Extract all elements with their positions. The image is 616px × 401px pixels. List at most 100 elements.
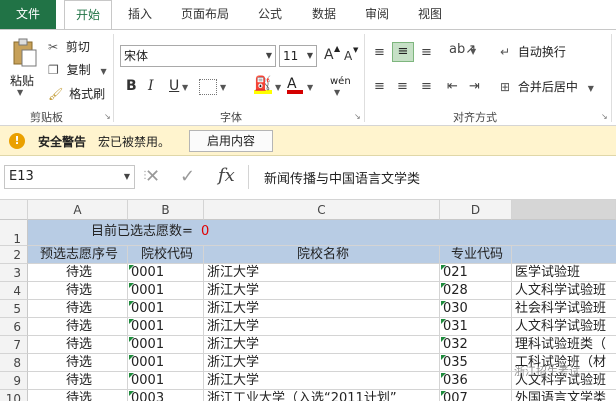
phonetic-button[interactable]: wén: [330, 76, 351, 87]
row-header[interactable]: 3: [0, 264, 28, 282]
cell-major-name[interactable]: 外国语言文学类: [512, 390, 616, 401]
header-cell-major-name[interactable]: [512, 246, 616, 264]
cell-school-code[interactable]: 0003: [128, 390, 204, 401]
cell-school-name[interactable]: 浙江工业大学（入选“2011计划”: [204, 390, 440, 401]
row-header[interactable]: 6: [0, 318, 28, 336]
cell-order[interactable]: 待选: [28, 264, 128, 282]
cell-major-name[interactable]: 社会科学试验班: [512, 300, 616, 318]
cell-school-code[interactable]: 0001: [128, 264, 204, 282]
cell-major-code[interactable]: 036: [440, 372, 512, 390]
font-name-combo[interactable]: 宋体 ▼: [120, 45, 276, 67]
phonetic-dropdown-icon[interactable]: ▼: [334, 88, 340, 97]
tab-formulas[interactable]: 公式: [248, 0, 292, 29]
cell-school-name[interactable]: 浙江大学: [204, 354, 440, 372]
tab-data[interactable]: 数据: [302, 0, 346, 29]
row-header[interactable]: 8: [0, 354, 28, 372]
header-cell-school-code[interactable]: 院校代码: [128, 246, 204, 264]
row-header[interactable]: 10: [0, 390, 28, 401]
cell-order[interactable]: 待选: [28, 318, 128, 336]
fill-dropdown-icon[interactable]: ▼: [275, 83, 281, 92]
error-indicator-icon[interactable]: [441, 283, 446, 288]
cell-major-name[interactable]: 理科试验班类（: [512, 336, 616, 354]
clipboard-launcher-icon[interactable]: ↘: [104, 112, 111, 121]
cell-major-code[interactable]: 021: [440, 264, 512, 282]
cell-major-code[interactable]: 032: [440, 336, 512, 354]
header-cell-order[interactable]: 预选志愿序号: [28, 246, 128, 264]
cell-school-code[interactable]: 0001: [128, 372, 204, 390]
row-header[interactable]: 4: [0, 282, 28, 300]
chevron-down-icon[interactable]: ▼: [124, 166, 130, 188]
name-box[interactable]: E13 ▼: [4, 165, 135, 189]
underline-dropdown-icon[interactable]: ▼: [182, 83, 188, 92]
row-header[interactable]: 9: [0, 372, 28, 390]
cell-major-code[interactable]: 035: [440, 354, 512, 372]
cell-school-code[interactable]: 0001: [128, 300, 204, 318]
bold-button[interactable]: B: [126, 78, 137, 94]
align-top-icon[interactable]: ≡: [374, 45, 385, 60]
borders-dropdown-icon[interactable]: ▼: [220, 83, 226, 92]
cell-school-name[interactable]: 浙江大学: [204, 282, 440, 300]
column-header-e[interactable]: [512, 200, 616, 220]
merge-dropdown-icon[interactable]: ▼: [588, 84, 594, 93]
paste-icon[interactable]: [10, 38, 38, 68]
font-launcher-icon[interactable]: ↘: [354, 112, 361, 121]
insert-function-icon[interactable]: fx: [218, 165, 235, 186]
column-header-b[interactable]: B: [128, 200, 204, 220]
merge-center-button[interactable]: ⊞ 合并后居中 ▼: [500, 78, 594, 95]
cell-school-name[interactable]: 浙江大学: [204, 318, 440, 336]
error-indicator-icon[interactable]: [129, 265, 134, 270]
error-indicator-icon[interactable]: [129, 391, 134, 396]
cell-major-code[interactable]: 030: [440, 300, 512, 318]
tab-insert[interactable]: 插入: [118, 0, 162, 29]
error-indicator-icon[interactable]: [129, 283, 134, 288]
cell-school-code[interactable]: 0001: [128, 318, 204, 336]
row-header[interactable]: 5: [0, 300, 28, 318]
error-indicator-icon[interactable]: [441, 301, 446, 306]
decrease-indent-icon[interactable]: ⇤: [447, 79, 458, 94]
grow-font-button[interactable]: A: [324, 47, 334, 63]
cell-school-code[interactable]: 0001: [128, 336, 204, 354]
paste-button[interactable]: 粘贴: [10, 72, 34, 89]
tab-review[interactable]: 审阅: [355, 0, 399, 29]
chevron-down-icon[interactable]: ▼: [266, 46, 272, 66]
error-indicator-icon[interactable]: [129, 373, 134, 378]
cell-major-name[interactable]: 医学试验班: [512, 264, 616, 282]
tab-page-layout[interactable]: 页面布局: [172, 0, 238, 29]
alignment-launcher-icon[interactable]: ↘: [601, 112, 608, 121]
cell-major-name[interactable]: 人文科学试验班: [512, 282, 616, 300]
column-header-d[interactable]: D: [440, 200, 512, 220]
cell-order[interactable]: 待选: [28, 390, 128, 401]
cell-major-code[interactable]: 007: [440, 390, 512, 401]
align-middle-icon[interactable]: ≡: [392, 42, 414, 62]
font-color-dropdown-icon[interactable]: ▼: [307, 83, 313, 92]
align-left-icon[interactable]: ≡: [374, 79, 385, 94]
paste-dropdown-icon[interactable]: ▼: [17, 88, 23, 97]
cell-school-code[interactable]: 0001: [128, 282, 204, 300]
column-header-c[interactable]: C: [204, 200, 440, 220]
copy-dropdown-icon[interactable]: ▼: [100, 67, 106, 76]
borders-icon[interactable]: [199, 79, 217, 95]
selected-count-banner[interactable]: 目前已选志愿数= 0: [28, 220, 616, 246]
cell-major-code[interactable]: 028: [440, 282, 512, 300]
enable-content-button[interactable]: 启用内容: [189, 130, 273, 152]
font-color-button[interactable]: A: [287, 76, 303, 94]
error-indicator-icon[interactable]: [129, 301, 134, 306]
formula-input[interactable]: 新闻传播与中国语言文学类: [264, 168, 420, 187]
align-bottom-icon[interactable]: ≡: [421, 45, 432, 60]
font-size-combo[interactable]: 11 ▼: [279, 45, 317, 67]
cell-order[interactable]: 待选: [28, 300, 128, 318]
error-indicator-icon[interactable]: [441, 391, 446, 396]
cell-school-name[interactable]: 浙江大学: [204, 372, 440, 390]
cell-school-name[interactable]: 浙江大学: [204, 336, 440, 354]
error-indicator-icon[interactable]: [129, 337, 134, 342]
enter-icon[interactable]: ✓: [180, 166, 195, 187]
error-indicator-icon[interactable]: [441, 337, 446, 342]
wrap-text-button[interactable]: ↵ 自动换行: [500, 43, 566, 60]
cell-order[interactable]: 待选: [28, 336, 128, 354]
tab-view[interactable]: 视图: [408, 0, 452, 29]
cell-major-code[interactable]: 031: [440, 318, 512, 336]
error-indicator-icon[interactable]: [129, 355, 134, 360]
format-painter-button[interactable]: 🖌 格式刷: [48, 85, 105, 102]
header-cell-school-name[interactable]: 院校名称: [204, 246, 440, 264]
cut-button[interactable]: ✂ 剪切: [48, 38, 90, 55]
